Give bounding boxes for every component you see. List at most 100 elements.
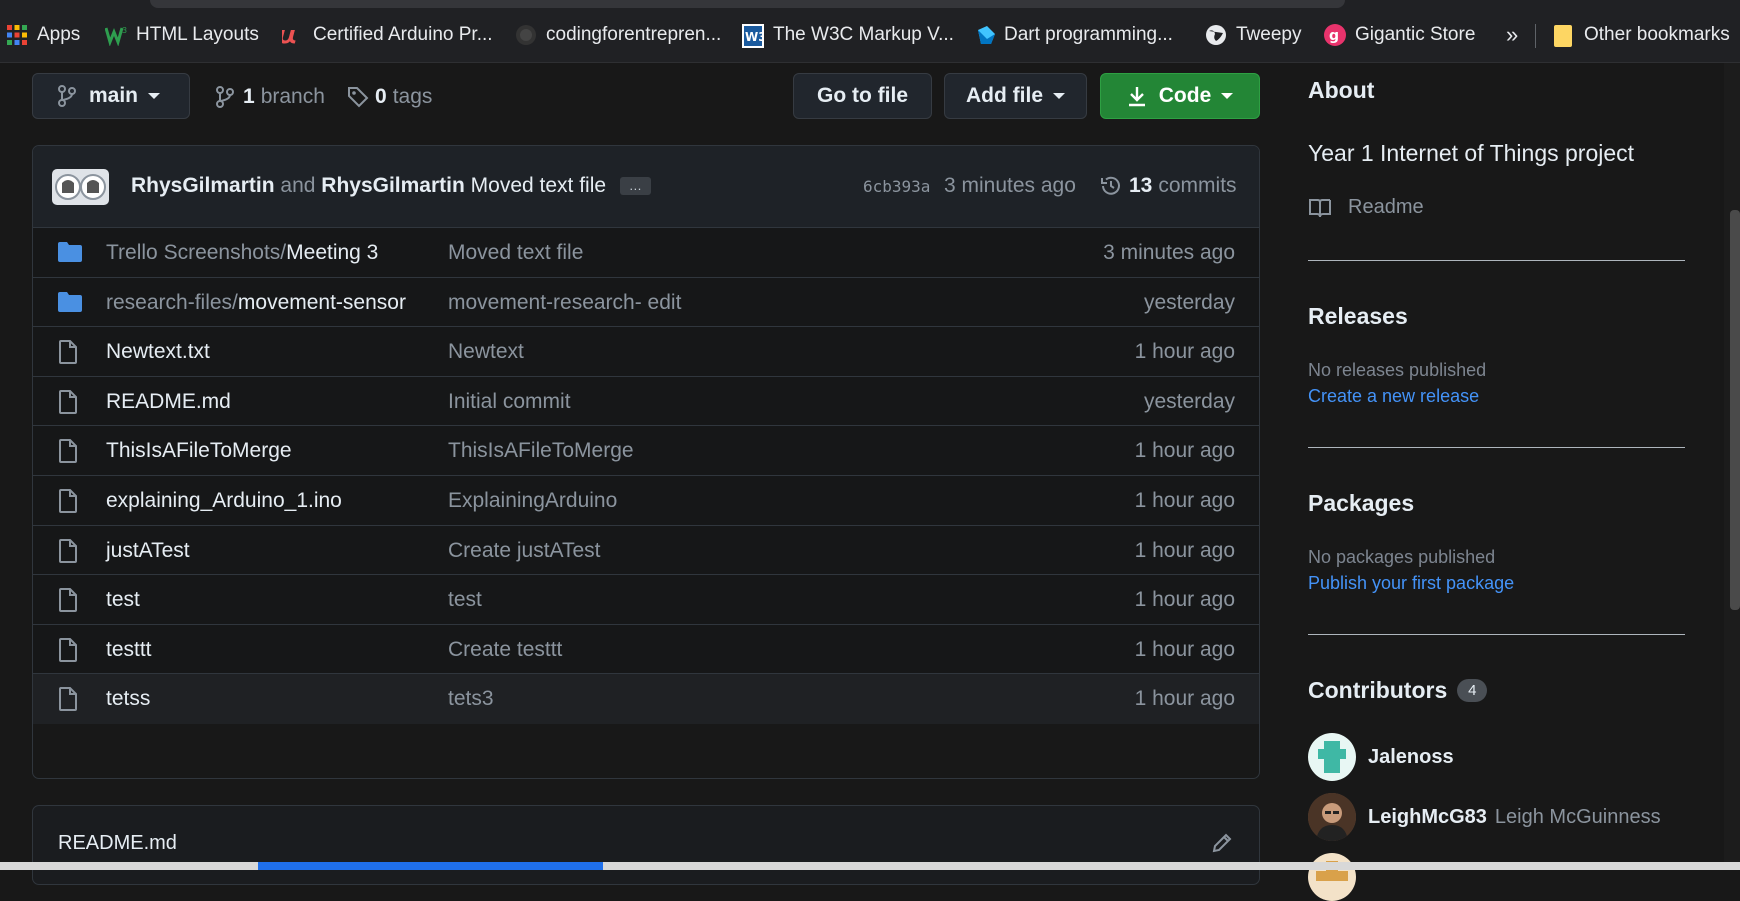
file-commit-message-link[interactable]: Create justATest [448,539,601,563]
file-icon [57,489,83,513]
scrollbar-thumb[interactable] [1730,210,1740,610]
bookmark-gigantic-store[interactable]: g Gigantic Store [1324,22,1475,48]
file-commit-time: 1 hour ago [1134,687,1235,711]
file-name: ThisIsAFileToMerge [106,439,292,463]
file-row[interactable]: README.md Initial commit yesterday [33,376,1259,427]
bookmark-tweepy[interactable]: Tweepy [1205,22,1301,48]
commit-coauthor-link[interactable]: RhysGilmartin [321,174,465,197]
bookmark-label: Certified Arduino Pr... [313,24,493,45]
commits-link[interactable]: 13 commits [1099,174,1237,198]
bookmarks-overflow-button[interactable]: » [1506,22,1518,48]
file-commit-time: 1 hour ago [1134,489,1235,512]
sidebar-divider [1308,447,1685,448]
bookmark-dart-programming[interactable]: Dart programming... [973,22,1173,48]
file-row[interactable]: research-files/movement-sensor movement-r… [33,277,1259,328]
file-name: justATest [106,538,190,562]
add-file-button[interactable]: Add file [944,73,1087,119]
commit-message-link[interactable]: Moved text file [471,174,606,197]
bookmark-label: Dart programming... [1004,24,1173,45]
file-name: tetss [106,687,151,711]
file-icon [57,389,83,414]
go-to-file-button[interactable]: Go to file [793,73,932,119]
contributors-count-badge: 4 [1457,679,1488,702]
file-commit-message-link[interactable]: ExplainingArduino [448,489,617,513]
commit-sha-link[interactable]: 6cb393a [863,177,930,196]
file-name: Newtext.txt [106,340,210,364]
publish-package-link[interactable]: Publish your first package [1308,573,1514,594]
bookmark-html-layouts[interactable]: 3 HTML Layouts [104,22,259,48]
file-name: README.md [106,389,231,413]
file-name-link[interactable]: test [106,588,140,612]
file-name-link[interactable]: Newtext.txt [106,340,210,364]
bookmark-label: HTML Layouts [136,24,259,45]
file-commit-message-link[interactable]: movement-research- edit [448,291,681,315]
file-name-link[interactable]: justATest [106,539,190,563]
file-name-link[interactable]: Trello Screenshots/Meeting 3 [106,241,378,265]
address-bar-edge[interactable] [150,0,1345,8]
file-name-link[interactable]: README.md [106,390,231,414]
bookmark-other[interactable]: Other bookmarks [1553,22,1730,48]
file-commit-message-link[interactable]: Newtext [448,340,524,364]
file-row[interactable]: justATest Create justATest 1 hour ago [33,525,1259,576]
file-row[interactable]: tetss tets3 1 hour ago [33,674,1259,724]
bookmark-w3c-markup[interactable]: W3 The W3C Markup V... [742,22,954,48]
file-name-link[interactable]: tetss [106,687,150,711]
file-commit-time: 1 hour ago [1134,439,1235,463]
folder-icon [57,291,83,313]
code-button[interactable]: Code [1100,73,1260,119]
file-commit-message-link[interactable]: test [448,588,482,612]
file-icon [57,637,83,662]
file-row[interactable]: Newtext.txt Newtext 1 hour ago [33,327,1259,377]
bookmark-certified-arduino[interactable]: Certified Arduino Pr... [279,22,493,48]
file-name-link[interactable]: explaining_Arduino_1.ino [106,489,342,513]
bookmark-label: codingforentrepren... [546,24,722,45]
chevron-down-icon [148,93,161,99]
bookmark-codingforentrepreneurs[interactable]: codingforentrepren... [515,22,721,48]
path-prefix: research-files/ [106,290,238,314]
gigantic-logo-icon: g [1324,24,1346,46]
folder-icon [57,241,83,263]
avatar[interactable] [1308,853,1356,901]
file-row[interactable]: Trello Screenshots/Meeting 3 Moved text f… [33,228,1259,278]
contributor-item[interactable]: LeighMcG83 Leigh McGuinness [1308,793,1661,841]
author-avatar[interactable] [52,169,109,205]
git-branch-icon [57,85,77,107]
file-commit-message-link[interactable]: Moved text file [448,241,583,265]
file-row[interactable]: ThisIsAFileToMerge ThisIsAFileToMerge 1 ho… [33,426,1259,476]
releases-heading: Releases [1308,303,1408,329]
file-commit-message-link[interactable]: ThisIsAFileToMerge [448,439,634,463]
contributor-item[interactable]: Jalenoss [1308,733,1454,781]
file-row[interactable]: testtt Create testtt 1 hour ago [33,624,1259,675]
file-name-link[interactable]: ThisIsAFileToMerge [106,439,292,463]
file-name: test [106,588,140,612]
commit-expand-button[interactable]: … [619,177,651,196]
path-prefix: Trello Screenshots/ [106,241,287,264]
file-row[interactable]: test test 1 hour ago [33,575,1259,625]
bookmark-label: The W3C Markup V... [773,24,954,45]
file-commit-time: 1 hour ago [1134,588,1235,612]
no-releases-text: No releases published [1308,360,1487,380]
file-commit-time: 1 hour ago [1134,340,1235,364]
repo-description: Year 1 Internet of Things project [1308,140,1635,166]
file-icon [57,538,83,563]
file-icon [57,439,83,464]
chevron-down-icon [1221,93,1234,99]
file-row[interactable]: explaining_Arduino_1.ino ExplainingArduin… [33,476,1259,526]
create-release-link[interactable]: Create a new release [1308,386,1479,407]
file-name-link[interactable]: testtt [106,638,152,662]
edit-pencil-icon[interactable] [1211,832,1233,859]
file-commit-message-link[interactable]: Initial commit [448,390,571,414]
file-commit-message-link[interactable]: tets3 [448,687,494,711]
file-icon [57,340,83,365]
readme-link[interactable]: Readme [1308,196,1424,219]
file-name-link[interactable]: research-files/movement-sensor [106,291,406,315]
contributors-heading[interactable]: Contributors 4 [1308,677,1488,704]
commit-author-link[interactable]: RhysGilmartin [131,174,275,197]
bookmark-apps[interactable]: Apps [6,22,80,48]
tags-link[interactable]: 0 tags [347,85,432,109]
branch-select-button[interactable]: main [32,73,190,119]
contributor-login: Jalenoss [1368,745,1454,768]
apps-grid-icon [6,24,28,46]
file-commit-message-link[interactable]: Create testtt [448,638,562,662]
branches-link[interactable]: 1 branch [215,85,325,109]
